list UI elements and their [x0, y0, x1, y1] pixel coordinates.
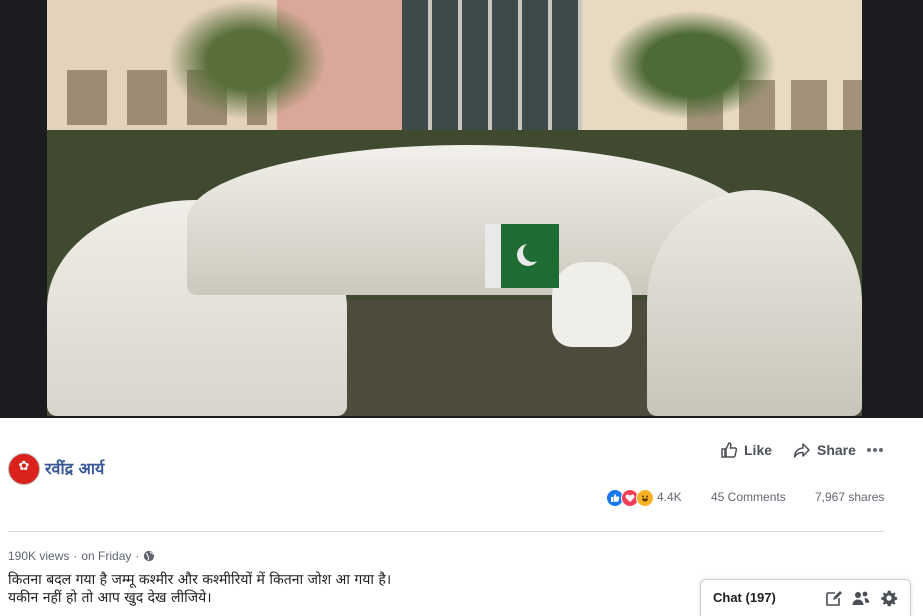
more-options-button[interactable] [866, 441, 884, 459]
share-label: Share [817, 442, 856, 458]
shares-count-link[interactable]: 7,967 shares [815, 490, 884, 504]
like-label: Like [744, 442, 773, 458]
views-count: 190K views [8, 549, 70, 563]
crowd-right [647, 190, 862, 416]
building-glass [402, 0, 582, 140]
comments-count-link[interactable]: 45 Comments [711, 490, 786, 504]
like-button[interactable]: Like [720, 441, 772, 459]
share-arrow-icon [793, 443, 810, 458]
globe-icon [144, 550, 155, 562]
post-timestamp[interactable]: on Friday [81, 549, 131, 563]
reactions-count[interactable]: 4.4K [657, 490, 682, 504]
caption-line: कितना बदल गया है जम्मू कश्मीर और कश्मीरि… [8, 572, 392, 588]
meta-separator: · [73, 549, 78, 563]
kneeling-man [552, 262, 632, 347]
post-meta: 190K views · on Friday · [8, 549, 155, 563]
more-dots-icon [867, 448, 883, 452]
compose-icon[interactable] [825, 589, 843, 607]
contacts-icon[interactable] [852, 589, 870, 607]
reactions-icons[interactable] [606, 489, 654, 507]
palm-tree-left [167, 0, 327, 120]
chat-bar[interactable]: Chat (197) [700, 579, 911, 616]
post-caption: कितना बदल गया है जम्मू कश्मीर और कश्मीरि… [8, 571, 391, 607]
page-name-link[interactable]: रवींद्र आर्य [45, 457, 104, 479]
palm-tree [607, 10, 777, 120]
divider [8, 531, 884, 532]
haha-reaction-icon [636, 489, 654, 507]
thumbs-up-icon [721, 442, 738, 458]
chat-label[interactable]: Chat (197) [713, 590, 776, 605]
meta-separator: · [135, 549, 140, 563]
flag [485, 224, 559, 288]
share-button[interactable]: Share [793, 441, 856, 459]
page-avatar[interactable]: ✿ [8, 453, 40, 485]
gear-icon[interactable] [880, 589, 898, 607]
video-frame[interactable] [47, 0, 862, 416]
video-player[interactable] [0, 0, 923, 418]
caption-line: यकीन नहीं हो तो आप खुद देख लीजिये। [8, 590, 212, 606]
